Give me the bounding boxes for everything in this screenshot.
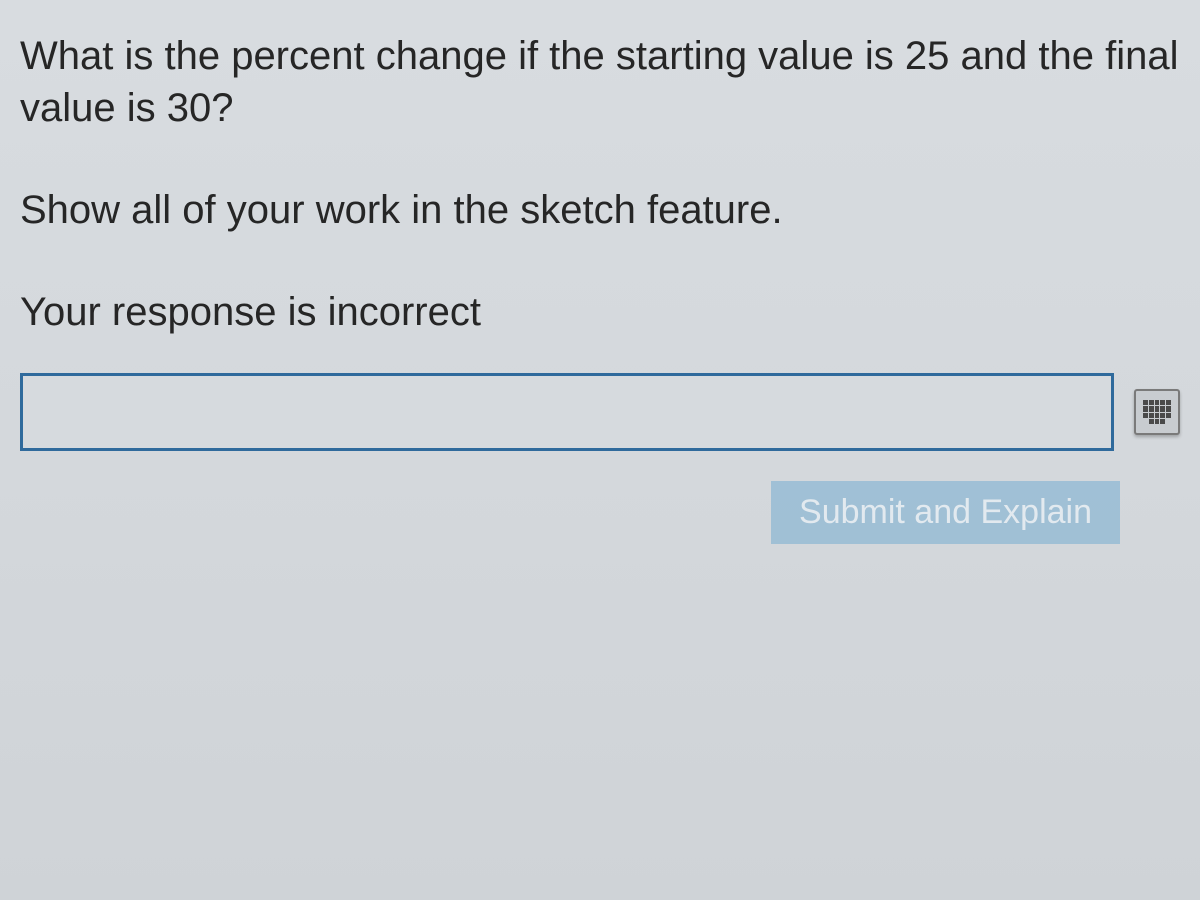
answer-input-row <box>20 373 1180 451</box>
math-keypad-button[interactable] <box>1134 389 1180 435</box>
keypad-icon <box>1143 400 1171 424</box>
answer-input[interactable] <box>20 373 1114 451</box>
submit-and-explain-button[interactable]: Submit and Explain <box>771 481 1120 544</box>
button-row: Submit and Explain <box>20 481 1180 544</box>
feedback-message: Your response is incorrect <box>20 286 1180 338</box>
question-prompt: What is the percent change if the starti… <box>20 30 1180 134</box>
instruction-text: Show all of your work in the sketch feat… <box>20 184 1180 236</box>
